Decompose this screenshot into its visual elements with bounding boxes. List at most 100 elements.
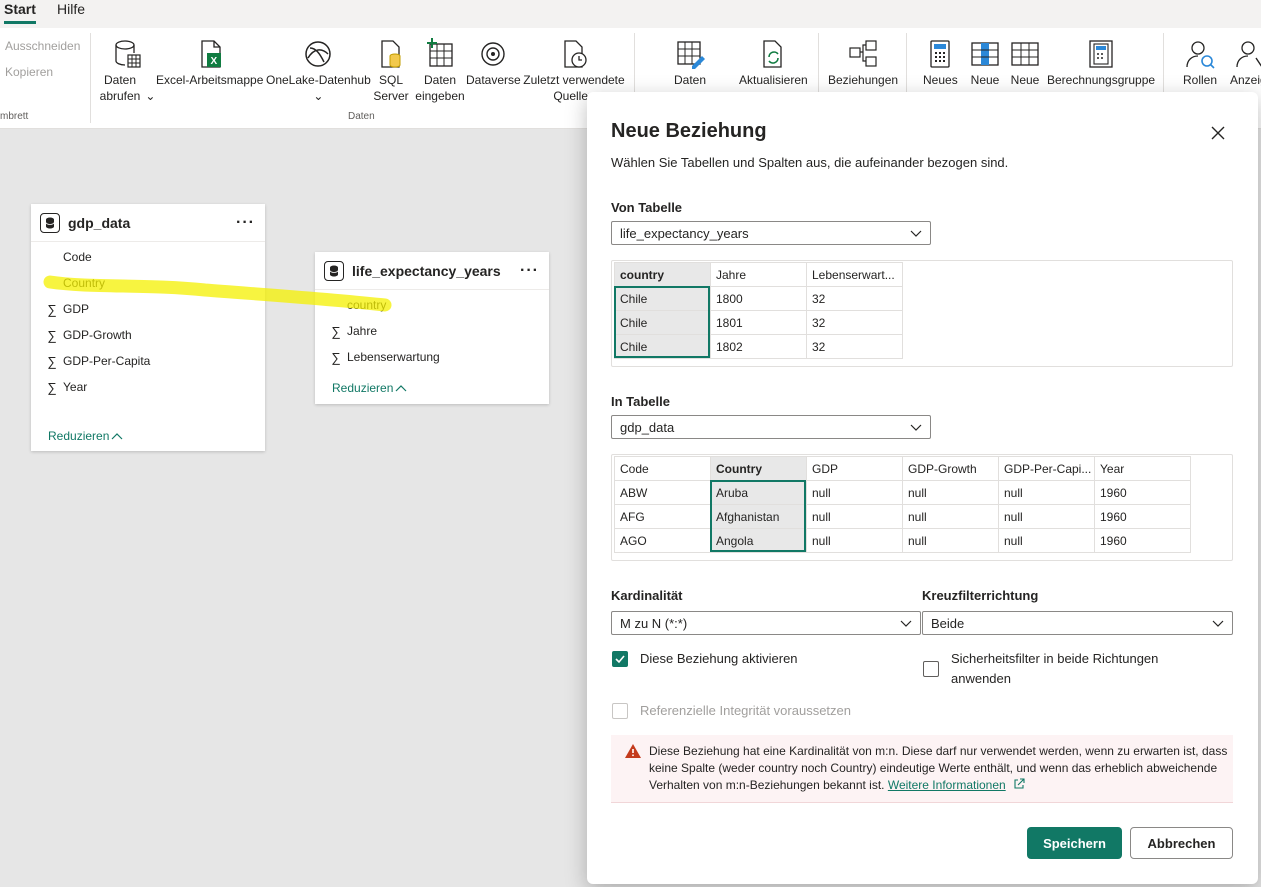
view-as-icon — [1236, 41, 1261, 68]
cut-button[interactable]: Ausschneiden — [5, 39, 80, 53]
sigma-icon: ∑ — [47, 327, 57, 343]
dataverse-button[interactable]: Dataverse — [466, 38, 521, 88]
field-row[interactable]: ∑ GDP — [31, 296, 265, 322]
external-link-icon[interactable] — [1013, 778, 1025, 790]
field-row[interactable]: country — [315, 292, 549, 318]
table-cell: Chile — [614, 334, 711, 359]
sigma-icon: ∑ — [331, 349, 341, 365]
tab-start[interactable]: Start — [4, 1, 36, 24]
preview-table: country Jahre Lebenserwart... Chile 1800… — [614, 262, 903, 359]
table-cell: null — [998, 480, 1095, 505]
manage-relationships-button[interactable]: Beziehungen — [828, 38, 898, 88]
view-as-button[interactable]: Anzeig — [1230, 38, 1261, 88]
cardinality-select[interactable]: M zu N (*:*) — [611, 611, 921, 635]
table-cell: null — [902, 528, 999, 553]
table-cell: 1960 — [1094, 480, 1191, 505]
roles-icon — [1186, 41, 1215, 69]
tab-hilfe[interactable]: Hilfe — [57, 1, 85, 17]
column-header-selected[interactable]: Country — [710, 456, 807, 481]
table-card-header[interactable]: gdp_data ··· — [31, 204, 265, 242]
warning-banner: Diese Beziehung hat eine Kardinalität vo… — [611, 735, 1233, 803]
new-table-button[interactable]: Neue — [1009, 38, 1041, 88]
table-card-header[interactable]: life_expectancy_years ··· — [315, 252, 549, 290]
dataverse-label: Dataverse — [466, 73, 521, 87]
dialog-subtitle: Wählen Sie Tabellen und Spalten aus, die… — [611, 155, 1009, 170]
collapse-link[interactable]: Reduzieren — [48, 429, 123, 443]
field-name: GDP — [63, 302, 90, 316]
table-cell: ABW — [614, 480, 711, 505]
table-cell: Chile — [614, 286, 711, 311]
column-header-selected[interactable]: country — [614, 262, 711, 287]
excel-button[interactable]: X Excel-Arbeitsmappe — [156, 38, 263, 88]
sigma-icon: ∑ — [47, 301, 57, 317]
onelake-button[interactable]: OneLake-Datenhub ⌄ — [266, 38, 371, 104]
save-button[interactable]: Speichern — [1027, 827, 1122, 859]
refresh-button[interactable]: Aktualisieren — [739, 38, 808, 88]
column-header[interactable]: Year — [1094, 456, 1191, 481]
learn-more-link[interactable]: Weitere Informationen — [888, 778, 1006, 792]
to-table-select[interactable]: gdp_data — [611, 415, 931, 439]
table-cell: Chile — [614, 310, 711, 335]
calculation-group-button[interactable]: Berechnungsgruppe — [1047, 38, 1155, 88]
referential-integrity-checkbox — [612, 703, 628, 719]
cut-label: Ausschneiden — [5, 39, 81, 53]
cardinality-value: M zu N (*:*) — [620, 615, 688, 631]
column-header[interactable]: Jahre — [710, 262, 807, 287]
new-measure-button[interactable]: Neues — [923, 38, 958, 88]
table-cell: null — [806, 504, 903, 529]
close-icon[interactable] — [1207, 122, 1229, 144]
column-header[interactable]: GDP — [806, 456, 903, 481]
field-list: country ∑ Jahre ∑ Lebenserwartung — [315, 290, 549, 370]
relationships-icon — [849, 40, 877, 67]
new-column-button[interactable]: Neue — [969, 38, 1001, 88]
dataverse-icon — [481, 42, 506, 66]
more-options-icon[interactable]: ··· — [236, 214, 255, 232]
crossfilter-select[interactable]: Beide — [922, 611, 1233, 635]
table-cell: Aruba — [710, 480, 807, 505]
manage-roles-button[interactable]: Rollen — [1183, 38, 1217, 88]
table-cell: 1960 — [1094, 528, 1191, 553]
from-table-value: life_expectancy_years — [620, 225, 749, 241]
activate-relationship-checkbox[interactable] — [612, 651, 628, 667]
field-name: country — [347, 298, 387, 312]
field-row[interactable]: ∑ Jahre — [315, 318, 549, 344]
more-options-icon[interactable]: ··· — [520, 262, 539, 280]
from-table-select[interactable]: life_expectancy_years — [611, 221, 931, 245]
collapse-link[interactable]: Reduzieren — [332, 381, 407, 395]
column-header[interactable]: Lebenserwart... — [806, 262, 903, 287]
security-filter-checkbox[interactable] — [923, 661, 939, 677]
to-table-preview: Code Country GDP GDP-Growth GDP-Per-Capi… — [611, 454, 1233, 561]
table-cell: null — [902, 504, 999, 529]
checkmark-icon — [615, 655, 625, 664]
column-header[interactable]: GDP-Per-Capi... — [998, 456, 1095, 481]
warning-icon — [625, 744, 641, 758]
field-row[interactable]: Country — [31, 270, 265, 296]
collapse-label: Reduzieren — [48, 429, 110, 443]
database-table-icon — [324, 260, 344, 281]
column-header[interactable]: GDP-Growth — [902, 456, 999, 481]
field-row[interactable]: Code — [31, 244, 265, 270]
onelake-label: OneLake-Datenhub ⌄ — [266, 73, 371, 103]
field-row[interactable]: ∑ Year — [31, 374, 265, 400]
table-cell: Angola — [710, 528, 807, 553]
sql-server-button[interactable]: SQL Server — [373, 38, 409, 104]
field-name: Year — [63, 380, 88, 394]
data-group-label: Daten — [348, 111, 375, 122]
table-cell: AGO — [614, 528, 711, 553]
table-card-life-expectancy[interactable]: life_expectancy_years ··· country ∑ Jahre… — [315, 252, 549, 404]
field-name: GDP-Growth — [63, 328, 132, 342]
field-row[interactable]: ∑ GDP-Per-Capita — [31, 348, 265, 374]
chevron-down-icon — [900, 620, 912, 627]
to-table-value: gdp_data — [620, 419, 675, 435]
table-cell: AFG — [614, 504, 711, 529]
enter-data-button[interactable]: Daten eingeben — [414, 38, 466, 104]
cancel-button[interactable]: Abbrechen — [1130, 827, 1233, 859]
copy-button[interactable]: Kopieren — [5, 65, 53, 79]
table-card-gdp-data[interactable]: gdp_data ··· Code Country ∑ GDP ∑ GDP-Grow… — [31, 204, 265, 451]
table-cell: null — [806, 480, 903, 505]
field-row[interactable]: ∑ GDP-Growth — [31, 322, 265, 348]
transform-data-button[interactable]: Daten — [674, 38, 706, 88]
field-row[interactable]: ∑ Lebenserwartung — [315, 344, 549, 370]
column-header[interactable]: Code — [614, 456, 711, 481]
get-data-button[interactable]: Daten abrufen ⌄ — [98, 38, 155, 104]
